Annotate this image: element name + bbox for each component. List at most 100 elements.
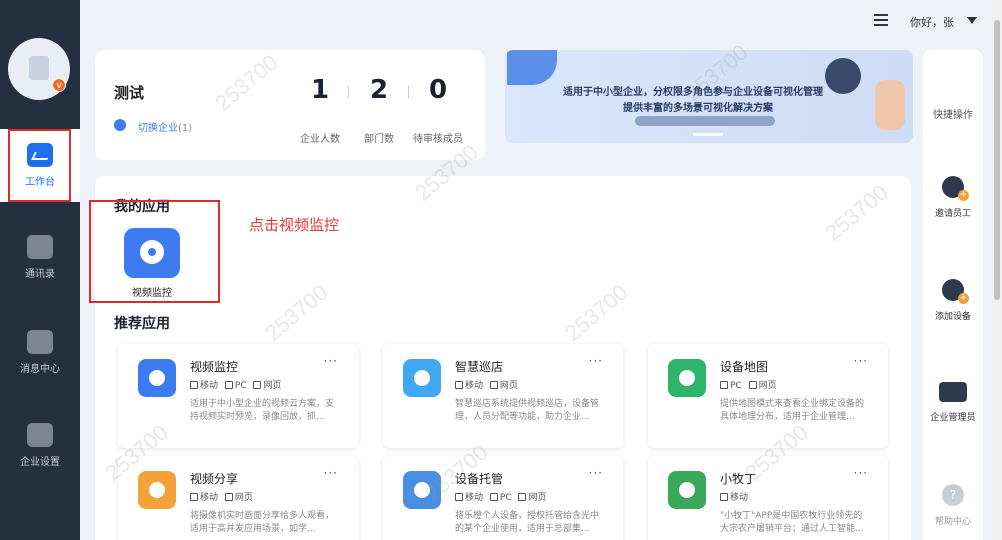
app-platform-tags: PC 网页 [720,378,781,391]
app-name: 设备地图 [720,360,769,374]
app-description: 适用于中小型企业的视频云方案，支持视频实时预览，录像回放，抓... [190,399,335,422]
promo-banner[interactable]: 适用于中小型企业，分权限多角色参与企业设备可视化管理 提供丰富的多场景可视化解决… [505,50,913,143]
tag-web: 网页 [489,381,518,391]
carousel-indicator[interactable] [693,133,723,136]
tag-mobile: 移动 [190,493,218,503]
tag-pc: PC [489,493,512,503]
stat-pending-members: 0 待审核成员 [403,74,473,145]
app-name: 设备托管 [455,472,504,486]
stat-label: 待审核成员 [413,134,463,145]
more-options-icon[interactable]: ··· [854,354,868,368]
app-card-video-monitor[interactable]: 视频监控 ··· 移动 PC 网页 适用于中小型企业的视频云方案，支持视频实时预… [118,344,358,448]
more-options-icon[interactable]: ··· [324,466,338,480]
app-name: 视频分享 [190,472,239,486]
device-hosting-icon [403,471,441,509]
quick-action-label: 邀请员工 [934,209,971,219]
instruction-annotation: 点击视频监控 [249,216,340,234]
banner-illustration [507,50,557,85]
video-share-icon [138,471,176,509]
building-icon [29,56,49,80]
quick-action-label: 帮助中心 [934,517,971,527]
app-card-device-map[interactable]: 设备地图 ··· PC 网页 提供地图模式来查看企业绑定设备的具体地理分布，适用… [648,344,888,448]
app-card-video-share[interactable]: 视频分享 ··· 移动 网页 将摄像机实时画面分享给多人观看，适用于高并发应用场… [118,456,358,540]
sidebar-item-contacts[interactable]: 通讯录 [0,235,80,280]
app-card-xiaomuding[interactable]: 小牧丁 ··· 移动 "小牧丁"APP是中国农牧行业领先的大宗农产屠销平台；通过… [648,456,888,540]
sidebar-item-label: 消息中心 [20,364,60,375]
tag-mobile: 移动 [720,493,748,503]
sidebar: v 工作台 通讯录 消息中心 企业设置 [0,0,80,540]
app-platform-tags: 移动 [720,490,752,503]
tag-mobile: 移动 [455,493,483,503]
banner-illustration [825,58,861,94]
stat-value: 0 [428,75,448,105]
banner-contact-pill [635,116,775,126]
sidebar-item-label: 企业设置 [20,457,60,468]
tag-web: 网页 [518,493,547,503]
app-description: 将乐橙个人设备，授权托管给含光中的某个企业使用，适用于总部集... [455,511,600,534]
sidebar-item-label: 通讯录 [25,269,55,280]
enterprise-settings-icon [27,423,53,447]
highlight-box-video-monitor [89,200,220,303]
switch-company-link[interactable]: 切换企业(1) [138,119,192,134]
app-platform-tags: 移动 PC 网页 [190,378,286,391]
admin-card-icon [939,382,967,402]
caret-down-icon[interactable] [967,17,977,24]
user-greeting[interactable]: 你好，张 [910,14,954,30]
tag-pc: PC [224,381,247,391]
app-platform-tags: 移动 PC 网页 [455,490,551,503]
app-name: 智慧巡店 [455,360,504,374]
highlight-box-workbench [8,129,71,202]
quick-action-label: 添加设备 [934,312,971,322]
app-description: "小牧丁"APP是中国农牧行业领先的大宗农产屠销平台；通过人工智能... [720,511,864,534]
store-icon [403,359,441,397]
recommended-apps-title: 推荐应用 [114,316,170,332]
quick-action-help[interactable]: ? 帮助中心 [923,484,983,527]
tag-mobile: 移动 [455,381,483,391]
contacts-icon [27,235,53,259]
scrollbar-thumb[interactable] [994,20,1000,300]
more-options-icon[interactable]: ··· [854,466,868,480]
app-platform-tags: 移动 网页 [190,490,257,503]
tag-web: 网页 [224,493,253,503]
banner-headline: 适用于中小型企业，分权限多角色参与企业设备可视化管理 [563,87,823,98]
tag-web: 网页 [748,381,777,391]
chevron-down-icon[interactable]: v [52,78,66,92]
tag-mobile: 移动 [190,381,218,391]
quick-action-add-device[interactable]: 添加设备 [923,279,983,322]
more-options-icon[interactable]: ··· [589,354,603,368]
add-device-icon [942,279,969,304]
map-pin-icon [668,359,706,397]
switch-company-label: 切换企业 [138,123,178,134]
page-scrollbar[interactable] [992,0,1002,540]
quick-action-admin[interactable]: 企业管理员 [923,382,983,423]
sidebar-item-enterprise-settings[interactable]: 企业设置 [0,423,80,468]
invite-user-icon [942,176,969,201]
message-icon [27,330,53,354]
tag-pc: PC [720,381,742,391]
quick-actions-title: 快捷操作 [933,110,973,121]
quick-action-invite[interactable]: 邀请员工 [923,176,983,219]
switch-icon[interactable] [114,119,126,131]
company-stats-card: 测试 切换企业(1) 1 企业人数 2 部门数 0 待审核成员 [95,50,485,160]
menu-icon[interactable] [874,14,888,26]
help-icon: ? [942,484,964,506]
app-card-device-hosting[interactable]: 设备托管 ··· 移动 PC 网页 将乐橙个人设备，授权托管给含光中的某个企业使… [383,456,623,540]
app-description: 智慧巡店系统提供视频巡店，设备管理，人员分配等功能，助力企业... [455,399,600,422]
sidebar-item-messages[interactable]: 消息中心 [0,330,80,375]
app-platform-tags: 移动 网页 [455,378,522,391]
app-description: 将摄像机实时画面分享给多人观看，适用于高并发应用场景，如学... [190,511,335,534]
more-options-icon[interactable]: ··· [589,466,603,480]
app-name: 小牧丁 [720,472,757,486]
quick-action-label: 企业管理员 [930,413,976,423]
banner-subheadline: 提供丰富的多场景可视化解决方案 [623,103,773,114]
app-description: 提供地图模式来查看企业绑定设备的具体地理分布，适用于企业管理... [720,399,865,422]
app-card-smart-store[interactable]: 智慧巡店 ··· 移动 网页 智慧巡店系统提供视频巡店，设备管理，人员分配等功能… [383,344,623,448]
video-monitor-icon [138,359,176,397]
banner-illustration [875,80,905,130]
company-name: 测试 [114,84,145,102]
more-options-icon[interactable]: ··· [324,354,338,368]
switch-company-count: (1) [178,123,193,134]
app-name: 视频监控 [190,360,239,374]
company-avatar[interactable]: v [8,38,70,100]
quick-actions-panel: 快捷操作 邀请员工 添加设备 企业管理员 ? 帮助中心 [923,50,983,540]
